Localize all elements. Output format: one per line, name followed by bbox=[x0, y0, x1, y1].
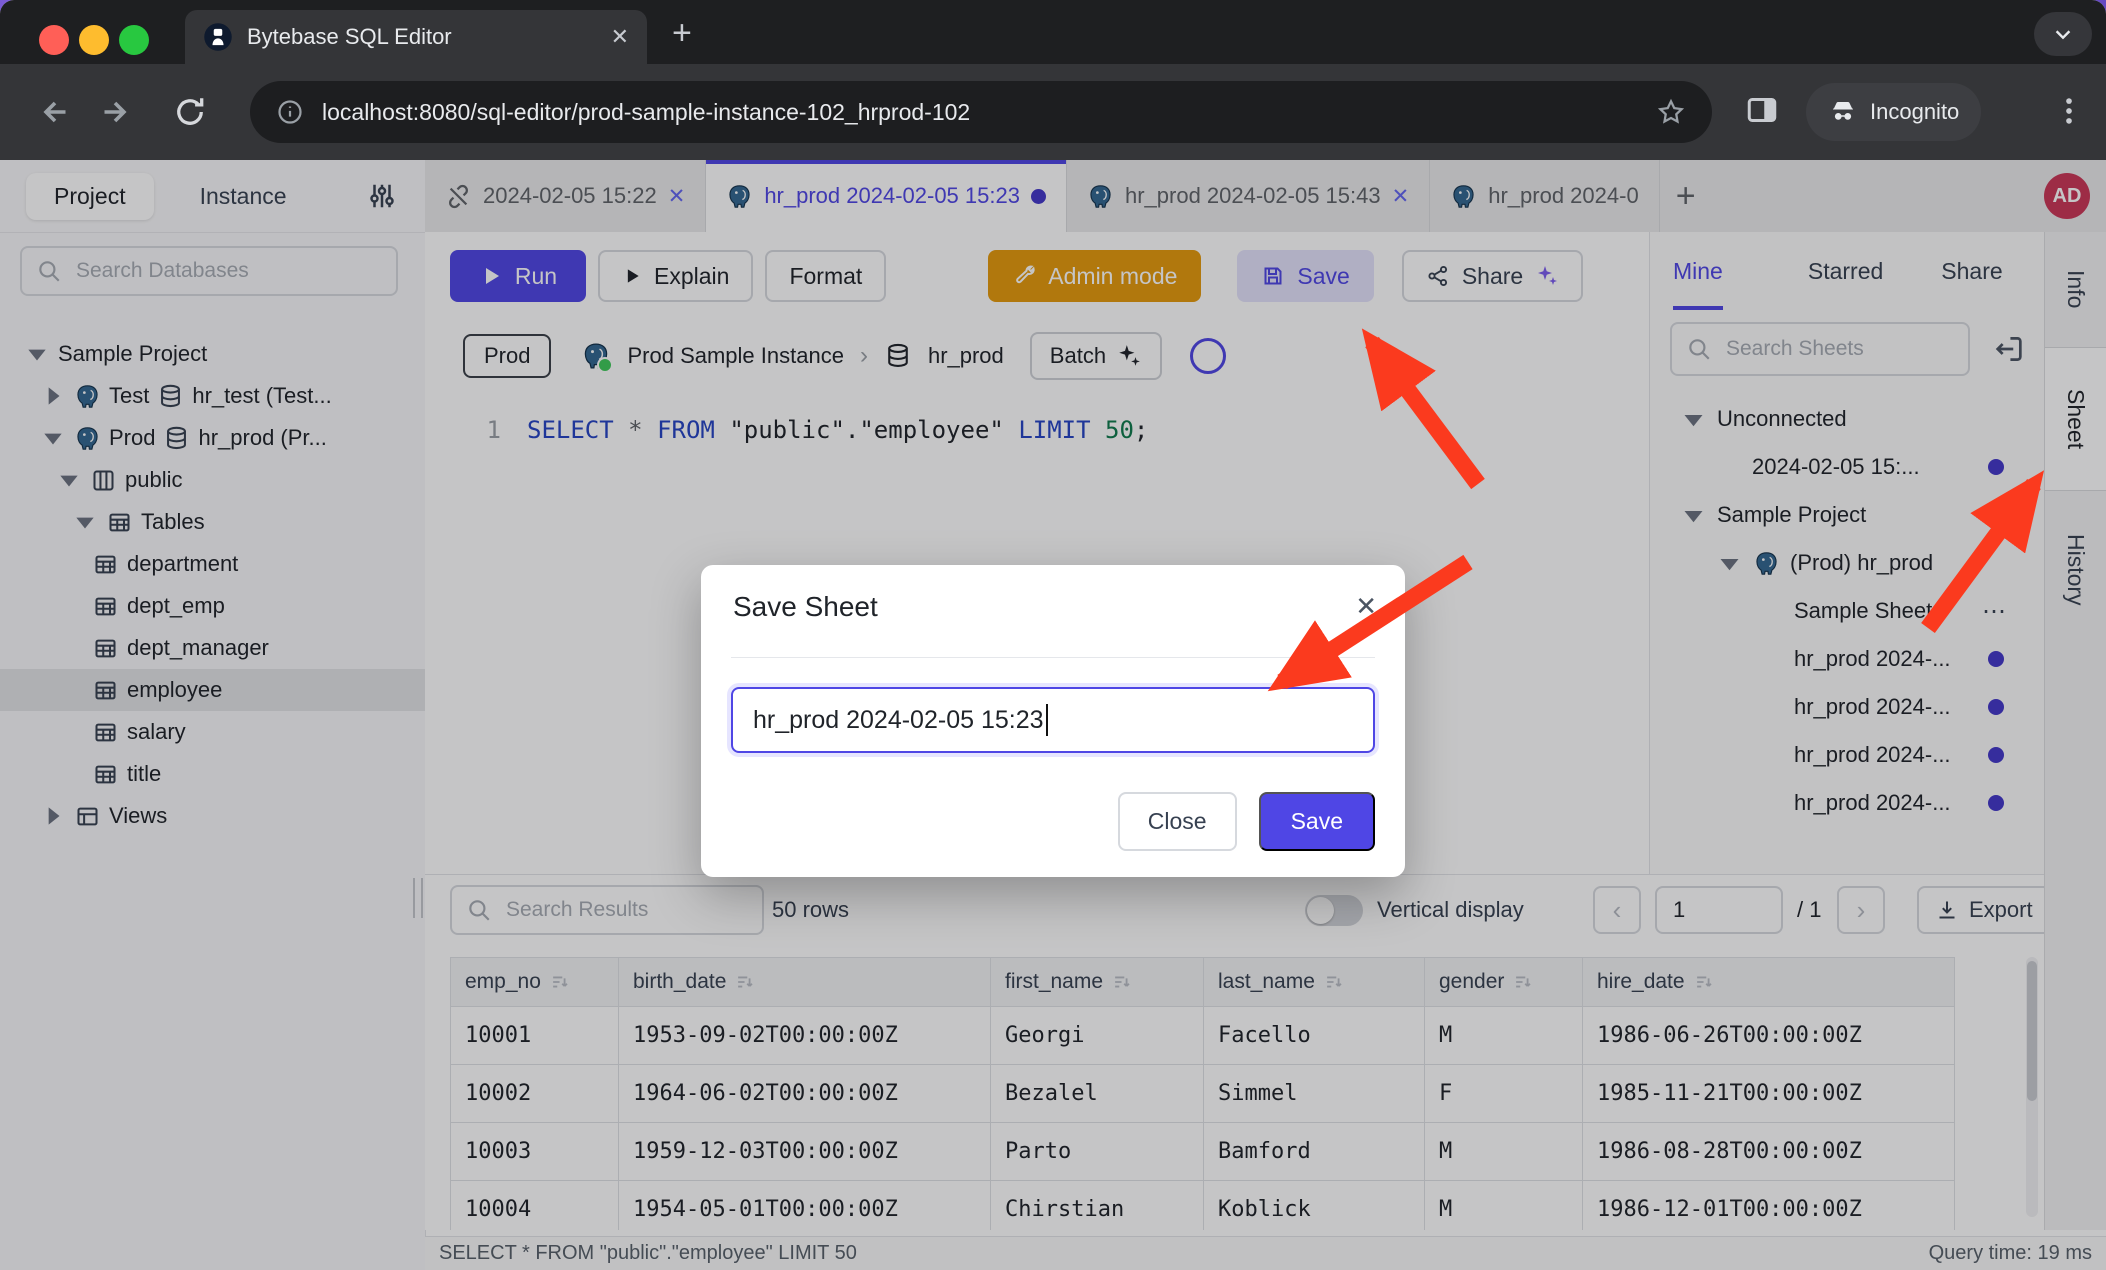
dialog-save-button[interactable]: Save bbox=[1259, 792, 1375, 851]
forward-icon[interactable] bbox=[100, 94, 136, 130]
save-sheet-dialog: Save Sheet ✕ hr_prod 2024-02-05 15:23 Cl… bbox=[701, 565, 1405, 877]
tab-search-button[interactable] bbox=[2034, 12, 2092, 56]
tab-close-icon[interactable]: ✕ bbox=[611, 24, 629, 50]
browser-window: Bytebase SQL Editor ✕ + localhost:8080/s… bbox=[0, 0, 2106, 1270]
close-window-button[interactable] bbox=[39, 25, 69, 55]
dialog-close-button[interactable]: Close bbox=[1118, 792, 1237, 851]
site-info-icon[interactable] bbox=[276, 98, 304, 126]
back-icon[interactable] bbox=[34, 94, 70, 130]
minimize-window-button[interactable] bbox=[79, 25, 109, 55]
address-bar[interactable]: localhost:8080/sql-editor/prod-sample-in… bbox=[250, 81, 1712, 143]
sheet-name-input[interactable]: hr_prod 2024-02-05 15:23 bbox=[731, 687, 1375, 753]
incognito-label: Incognito bbox=[1870, 99, 1959, 125]
bookmark-star-icon[interactable] bbox=[1656, 97, 1686, 127]
browser-menu-icon[interactable] bbox=[2052, 94, 2086, 130]
text-caret bbox=[1046, 704, 1048, 736]
browser-titlebar: Bytebase SQL Editor ✕ + bbox=[0, 0, 2106, 64]
bytebase-favicon-icon bbox=[203, 22, 233, 52]
new-browser-tab-button[interactable]: + bbox=[672, 14, 692, 53]
incognito-icon bbox=[1828, 97, 1858, 127]
browser-tab-title: Bytebase SQL Editor bbox=[247, 24, 452, 50]
browser-tab[interactable]: Bytebase SQL Editor ✕ bbox=[185, 10, 647, 64]
desktop: Bytebase SQL Editor ✕ + localhost:8080/s… bbox=[0, 0, 2106, 1270]
url-text: localhost:8080/sql-editor/prod-sample-in… bbox=[322, 99, 1638, 126]
dialog-title: Save Sheet bbox=[733, 591, 878, 623]
reload-icon[interactable] bbox=[172, 94, 208, 130]
incognito-badge: Incognito bbox=[1806, 83, 1981, 141]
maximize-window-button[interactable] bbox=[119, 25, 149, 55]
browser-toolbar: localhost:8080/sql-editor/prod-sample-in… bbox=[0, 64, 2106, 160]
divider bbox=[731, 657, 1375, 658]
side-panel-icon[interactable] bbox=[1744, 92, 1780, 128]
close-icon[interactable]: ✕ bbox=[1355, 591, 1377, 622]
chevron-down-icon bbox=[2052, 23, 2074, 45]
